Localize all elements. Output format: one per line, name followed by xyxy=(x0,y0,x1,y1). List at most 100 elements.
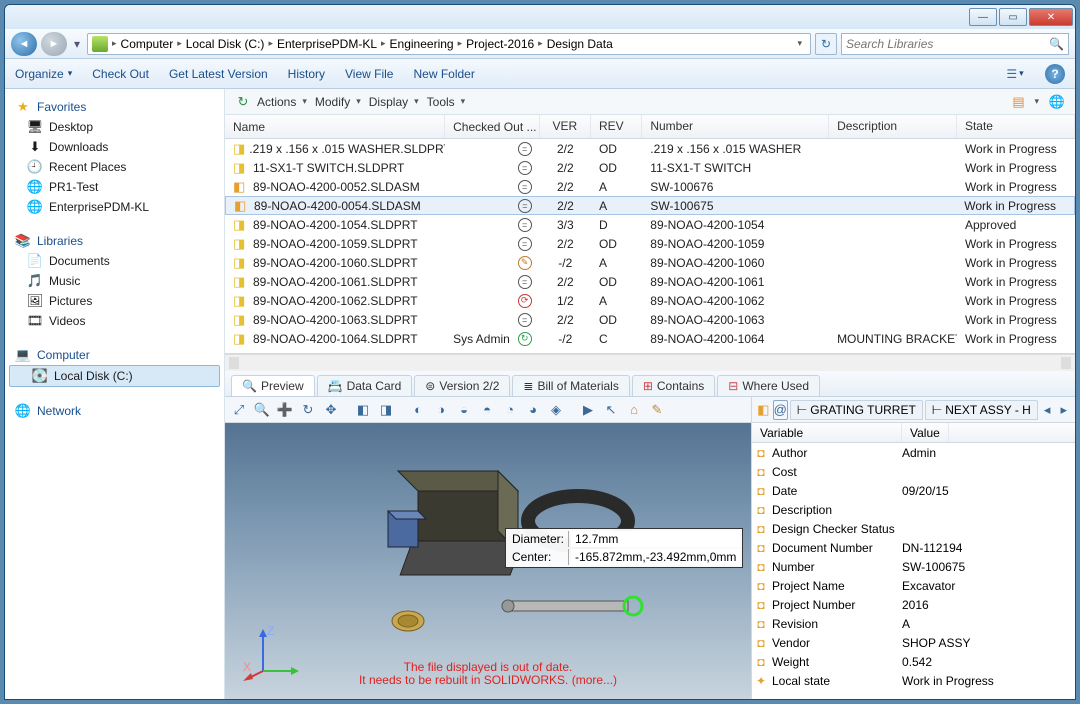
col-number[interactable]: Number xyxy=(642,115,829,138)
tab-version[interactable]: ⊜Version 2/2 xyxy=(414,375,510,396)
pcol-variable[interactable]: Variable xyxy=(752,423,902,442)
rotate-icon[interactable]: ↻ xyxy=(298,400,318,420)
address-dropdown[interactable]: ▾ xyxy=(793,38,806,49)
measure-icon[interactable]: ✎ xyxy=(647,400,667,420)
newfolder-button[interactable]: New Folder xyxy=(413,67,474,81)
display-menu[interactable]: Display xyxy=(369,95,408,109)
close-button[interactable]: ✕ xyxy=(1029,8,1073,26)
property-row[interactable]: ◘Document NumberDN-112194 xyxy=(752,538,1075,557)
pan-icon[interactable]: ✥ xyxy=(321,400,341,420)
breadcrumb[interactable]: Local Disk (C:) xyxy=(186,37,265,51)
pcol-value[interactable]: Value xyxy=(902,423,949,442)
table-row[interactable]: ◧89-NOAO-4200-0052.SLDASM=2/2ASW-100676W… xyxy=(225,177,1075,196)
ptab-scroll-right[interactable]: ▸ xyxy=(1056,400,1071,420)
table-row[interactable]: ◨89-NOAO-4200-1062.SLDPRT⟳1/2A89-NOAO-42… xyxy=(225,291,1075,310)
property-row[interactable]: ◘Description xyxy=(752,500,1075,519)
sidebar-item-pr1test[interactable]: 🌐PR1-Test xyxy=(5,177,224,197)
col-ver[interactable]: VER xyxy=(540,115,591,138)
sidebar-item-recent[interactable]: 🕘Recent Places xyxy=(5,157,224,177)
sidebar-computer[interactable]: 💻Computer xyxy=(5,345,224,365)
nav-back-button[interactable]: ◄ xyxy=(11,32,37,56)
table-row[interactable]: ◨.219 x .156 x .015 WASHER.SLDPRT=2/2OD.… xyxy=(225,139,1075,158)
history-button[interactable]: History xyxy=(288,67,325,81)
prop-at-icon[interactable]: @ xyxy=(773,400,788,420)
search-input[interactable] xyxy=(846,37,1045,51)
ptab-nextassy[interactable]: ⊢NEXT ASSY - H xyxy=(925,400,1038,420)
home-icon[interactable]: ⌂ xyxy=(624,400,644,420)
sidebar-item-music[interactable]: 🎵Music xyxy=(5,271,224,291)
property-row[interactable]: ◘Project Number2016 xyxy=(752,595,1075,614)
tab-contains[interactable]: ⊞Contains xyxy=(632,375,715,396)
property-row[interactable]: ◘Design Checker Status xyxy=(752,519,1075,538)
nav-history-dropdown[interactable]: ▾ xyxy=(71,32,83,56)
checkout-button[interactable]: Check Out xyxy=(92,67,149,81)
edges-icon[interactable]: ◓ xyxy=(477,400,497,420)
tab-bom[interactable]: ≣Bill of Materials xyxy=(512,375,629,396)
ptab-grating[interactable]: ⊢GRATING TURRET xyxy=(790,400,923,420)
zoom-area-icon[interactable]: 🔍 xyxy=(252,400,272,420)
refresh-icon[interactable]: ↻ xyxy=(233,92,253,112)
address-bar[interactable]: ▸ Computer▸ Local Disk (C:)▸ EnterpriseP… xyxy=(87,33,811,55)
actions-menu[interactable]: Actions xyxy=(257,95,296,109)
animate-icon[interactable]: ▶ xyxy=(578,400,598,420)
select-icon[interactable]: ↖ xyxy=(601,400,621,420)
breadcrumb[interactable]: Project-2016 xyxy=(466,37,534,51)
table-row[interactable]: ◧89-NOAO-4200-0054.SLDASM=2/2ASW-100675W… xyxy=(225,196,1075,215)
refresh-button[interactable]: ↻ xyxy=(815,33,837,55)
organize-menu[interactable]: Organize▾ xyxy=(15,67,72,81)
search-box[interactable]: 🔍 xyxy=(841,33,1069,55)
sidebar-item-videos[interactable]: 🎞Videos xyxy=(5,311,224,331)
breadcrumb[interactable]: EnterprisePDM-KL xyxy=(277,37,377,51)
sidebar-libraries[interactable]: 📚Libraries xyxy=(5,231,224,251)
nav-forward-button[interactable]: ► xyxy=(41,32,67,56)
sidebar-item-enterprisepdm[interactable]: 🌐EnterprisePDM-KL xyxy=(5,197,224,217)
box-icon[interactable]: ◈ xyxy=(546,400,566,420)
tree-icon[interactable]: ▤ xyxy=(1008,92,1028,112)
property-row[interactable]: ◘AuthorAdmin xyxy=(752,443,1075,462)
property-row[interactable]: ◘NumberSW-100675 xyxy=(752,557,1075,576)
tab-whereused[interactable]: ⊟Where Used xyxy=(717,375,820,396)
sidebar-item-pictures[interactable]: 🖼Pictures xyxy=(5,291,224,311)
col-rev[interactable]: REV xyxy=(591,115,642,138)
breadcrumb[interactable]: Computer xyxy=(121,37,174,51)
tab-datacard[interactable]: 📇Data Card xyxy=(317,375,413,396)
sidebar-item-documents[interactable]: 📄Documents xyxy=(5,251,224,271)
property-row[interactable]: ◘Date09/20/15 xyxy=(752,481,1075,500)
minimize-button[interactable]: — xyxy=(969,8,997,26)
col-desc[interactable]: Description xyxy=(829,115,957,138)
getlatest-button[interactable]: Get Latest Version xyxy=(169,67,268,81)
property-row[interactable]: ◘RevisionA xyxy=(752,614,1075,633)
viewfile-button[interactable]: View File xyxy=(345,67,393,81)
breadcrumb[interactable]: Engineering xyxy=(390,37,454,51)
hidden-icon[interactable]: ◒ xyxy=(454,400,474,420)
sidebar-item-desktop[interactable]: 🖥Desktop xyxy=(5,117,224,137)
file-list[interactable]: ◨.219 x .156 x .015 WASHER.SLDPRT=2/2OD.… xyxy=(225,139,1075,354)
modify-menu[interactable]: Modify xyxy=(315,95,350,109)
help-button[interactable]: ? xyxy=(1045,64,1065,84)
perspective-icon[interactable]: ◔ xyxy=(500,400,520,420)
globe-icon[interactable]: 🌐 xyxy=(1047,92,1067,112)
sidebar-network[interactable]: 🌐Network xyxy=(5,401,224,421)
properties-list[interactable]: ◘AuthorAdmin◘Cost◘Date09/20/15◘Descripti… xyxy=(752,443,1075,699)
property-row[interactable]: ◘VendorSHOP ASSY xyxy=(752,633,1075,652)
col-name[interactable]: Name xyxy=(225,115,445,138)
tab-preview[interactable]: 🔍Preview xyxy=(231,375,315,396)
table-row[interactable]: ◨89-NOAO-4200-1059.SLDPRT=2/2OD89-NOAO-4… xyxy=(225,234,1075,253)
wire-icon[interactable]: ◑ xyxy=(431,400,451,420)
property-row[interactable]: ✦Local stateWork in Progress xyxy=(752,671,1075,690)
preview-canvas[interactable]: Diameter:12.7mm Center:-165.872mm,-23.49… xyxy=(225,423,751,699)
view-iso-icon[interactable]: ◧ xyxy=(353,400,373,420)
zoom-in-icon[interactable]: ➕ xyxy=(275,400,295,420)
property-row[interactable]: ◘Weight0.542 xyxy=(752,652,1075,671)
table-row[interactable]: ◨89-NOAO-4200-1063.SLDPRT=2/2OD89-NOAO-4… xyxy=(225,310,1075,329)
table-row[interactable]: ◨11-SX1-T SWITCH.SLDPRT=2/2OD11-SX1-T SW… xyxy=(225,158,1075,177)
table-row[interactable]: ◨89-NOAO-4200-1054.SLDPRT=3/3D89-NOAO-42… xyxy=(225,215,1075,234)
property-row[interactable]: ◘Cost xyxy=(752,462,1075,481)
table-row[interactable]: ◨89-NOAO-4200-1060.SLDPRT✎-/2A89-NOAO-42… xyxy=(225,253,1075,272)
table-row[interactable]: ◨89-NOAO-4200-1064.SLDPRTSys Admin↻-/2C8… xyxy=(225,329,1075,348)
property-row[interactable]: ◘Project NameExcavator xyxy=(752,576,1075,595)
sidebar-item-downloads[interactable]: ⬇Downloads xyxy=(5,137,224,157)
sidebar-item-localdisk[interactable]: 💽Local Disk (C:) xyxy=(9,365,220,387)
tools-menu[interactable]: Tools xyxy=(427,95,455,109)
ptab-scroll-left[interactable]: ◂ xyxy=(1040,400,1055,420)
